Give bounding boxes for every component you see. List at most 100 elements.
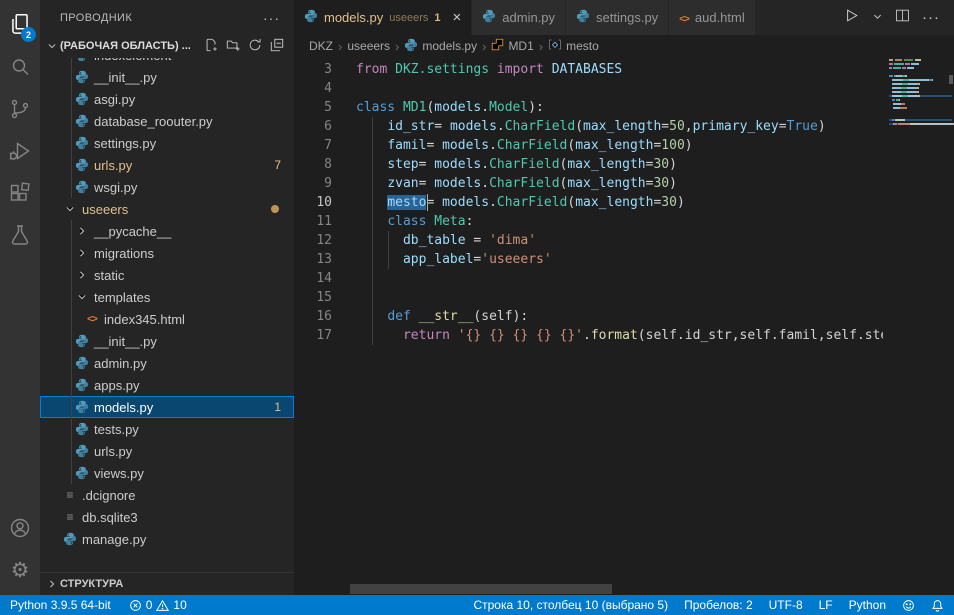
code-line-3[interactable]: 3from DKZ.settings import DATABASES: [294, 60, 883, 79]
minimap-line: [889, 103, 952, 105]
tree-item-admin.py[interactable]: admin.py: [40, 352, 294, 374]
line-number: 14: [294, 269, 340, 288]
code-line-9[interactable]: 9 zvan= models.CharField(max_length=30): [294, 174, 883, 193]
status-problems[interactable]: 010: [129, 598, 187, 612]
breadcrumb-item-models.py[interactable]: models.py: [404, 38, 477, 55]
tree-item-db.sqlite3[interactable]: ≡db.sqlite3: [40, 506, 294, 528]
code-line-11[interactable]: 11 class Meta:: [294, 212, 883, 231]
tree-item-asgi.py[interactable]: asgi.py: [40, 88, 294, 110]
activity-testing-icon[interactable]: [0, 214, 40, 256]
status-python-interpreter[interactable]: Python 3.9.5 64-bit: [10, 598, 111, 612]
code-line-14[interactable]: 14: [294, 269, 883, 288]
tab-admin.py[interactable]: admin.py: [472, 0, 566, 35]
tree-item-database_roouter.py[interactable]: database_roouter.py: [40, 110, 294, 132]
chevron-right-icon: [74, 248, 90, 258]
code-text: db_table = 'dima': [356, 231, 536, 250]
code-line-5[interactable]: 5class MD1(models.Model):: [294, 98, 883, 117]
tree-item-label: useeers: [82, 202, 128, 217]
workspace-section-header[interactable]: (РАБОЧАЯ ОБЛАСТЬ) ...: [40, 35, 294, 57]
new-file-icon[interactable]: [204, 38, 218, 55]
code-editor[interactable]: 3from DKZ.settings import DATABASES45cla…: [294, 57, 954, 595]
tree-item-urls.py[interactable]: urls.py7: [40, 154, 294, 176]
minimap[interactable]: [883, 57, 954, 595]
tab-label: admin.py: [502, 10, 555, 25]
minimap-line: [889, 59, 952, 61]
status-language-mode[interactable]: Python: [849, 598, 886, 612]
run-icon[interactable]: [843, 7, 860, 29]
activity-settings-icon[interactable]: ⚙: [0, 549, 40, 591]
status-notifications[interactable]: [931, 599, 944, 612]
tree-item-migrations[interactable]: migrations: [40, 242, 294, 264]
breadcrumb-item-mesto[interactable]: mesto: [548, 38, 599, 54]
activity-run-debug-icon[interactable]: [0, 130, 40, 172]
tree-item-__pycache__[interactable]: __pycache__: [40, 220, 294, 242]
activity-account-icon[interactable]: [0, 507, 40, 549]
python-icon: [74, 70, 90, 84]
code-line-16[interactable]: 16 def __str__(self):: [294, 307, 883, 326]
code-line-6[interactable]: 6 id_str= models.CharField(max_length=50…: [294, 117, 883, 136]
tree-item-index345.html[interactable]: <>index345.html: [40, 308, 294, 330]
activity-search-icon[interactable]: [0, 46, 40, 88]
activity-extensions-icon[interactable]: [0, 172, 40, 214]
tree-item-apps.py[interactable]: apps.py: [40, 374, 294, 396]
tree-item-static[interactable]: static: [40, 264, 294, 286]
code-line-15[interactable]: 15: [294, 288, 883, 307]
split-editor-icon[interactable]: [895, 8, 910, 28]
tree-item-__init__.py[interactable]: __init__.py: [40, 66, 294, 88]
run-dropdown-icon[interactable]: [872, 9, 883, 27]
new-folder-icon[interactable]: [226, 38, 240, 55]
line-number: 5: [294, 98, 340, 117]
breadcrumb: DKZ›useeers›models.py›MD1›mesto: [294, 35, 954, 57]
tab-models.py[interactable]: models.pyuseeers1×: [294, 0, 472, 35]
status-eol[interactable]: LF: [819, 598, 833, 612]
code-line-13[interactable]: 13 app_label='useeers': [294, 250, 883, 269]
code-line-17[interactable]: 17 return '{} {} {} {} {}'.format(self.i…: [294, 326, 883, 345]
tree-item-tests.py[interactable]: tests.py: [40, 418, 294, 440]
breadcrumb-item-DKZ[interactable]: DKZ: [309, 39, 333, 53]
horizontal-scrollbar[interactable]: [350, 584, 612, 594]
tree-item-views.py[interactable]: views.py: [40, 462, 294, 484]
activity-source-control-icon[interactable]: [0, 88, 40, 130]
tree-item-__init__.py[interactable]: __init__.py: [40, 330, 294, 352]
code-line-10[interactable]: 10 mesto= models.CharField(max_length=30…: [294, 193, 883, 212]
status-indentation[interactable]: Пробелов: 2: [684, 598, 753, 612]
tab-settings.py[interactable]: settings.py: [566, 0, 669, 35]
tree-item-wsgi.py[interactable]: wsgi.py: [40, 176, 294, 198]
tree-item-manage.py[interactable]: manage.py: [40, 528, 294, 548]
code-line-4[interactable]: 4: [294, 79, 883, 98]
status-feedback[interactable]: [902, 599, 915, 612]
tree-item-templates[interactable]: templates: [40, 286, 294, 308]
tree-item-settings.py[interactable]: settings.py: [40, 132, 294, 154]
overview-ruler-marker: [949, 75, 953, 84]
code-area[interactable]: 3from DKZ.settings import DATABASES45cla…: [294, 57, 883, 595]
ellipsis-icon[interactable]: ···: [263, 10, 280, 26]
tree-item-label: tests.py: [94, 422, 139, 437]
code-line-8[interactable]: 8 step= models.CharField(max_length=30): [294, 155, 883, 174]
activity-explorer-icon[interactable]: 2: [0, 4, 40, 46]
code-line-7[interactable]: 7 famil= models.CharField(max_length=100…: [294, 136, 883, 155]
breadcrumb-item-useeers[interactable]: useeers: [347, 39, 390, 53]
text-cursor: [427, 194, 428, 211]
outline-section-header[interactable]: СТРУКТУРА: [40, 572, 294, 595]
status-cursor-position[interactable]: Строка 10, столбец 10 (выбрано 5): [473, 598, 668, 612]
activity-bar: 2⚙: [0, 0, 40, 595]
collapse-all-icon[interactable]: [270, 38, 284, 55]
refresh-icon[interactable]: [248, 38, 262, 55]
tree-item-label: wsgi.py: [94, 180, 137, 195]
breadcrumb-item-MD1[interactable]: MD1: [491, 38, 533, 54]
code-line-12[interactable]: 12 db_table = 'dima': [294, 231, 883, 250]
line-number: 16: [294, 307, 340, 326]
tree-item-indexelement[interactable]: indexelement: [40, 58, 294, 66]
tree-item-useeers[interactable]: useeers: [40, 198, 294, 220]
tab-aud.html[interactable]: <>aud.html: [669, 0, 756, 35]
tab-description: useeers: [389, 12, 428, 24]
python-icon: [74, 180, 90, 194]
status-encoding[interactable]: UTF-8: [769, 598, 803, 612]
tree-item-.dcignore[interactable]: ≡.dcignore: [40, 484, 294, 506]
chevron-right-icon: ›: [482, 39, 486, 54]
close-icon[interactable]: ×: [453, 10, 462, 25]
tree-item-urls.py[interactable]: urls.py: [40, 440, 294, 462]
tree-item-models.py[interactable]: models.py1: [40, 396, 294, 418]
python-icon: [74, 400, 90, 414]
more-actions-icon[interactable]: ···: [922, 9, 940, 26]
